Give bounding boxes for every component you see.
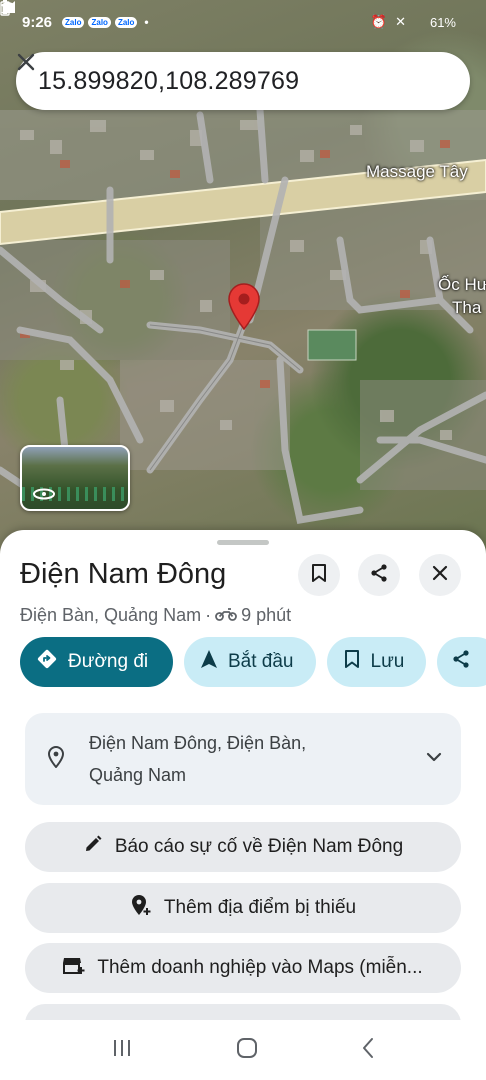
report-issue-label: Báo cáo sự cố về Điện Nam Đông	[114, 836, 404, 857]
drag-handle[interactable]	[217, 540, 269, 545]
status-time: 9:26	[22, 13, 53, 31]
address-card[interactable]: Điện Nam Đông, Điện Bàn, Quảng Nam	[25, 713, 461, 805]
battery-text: 61%	[429, 14, 456, 30]
save-button[interactable]: Lưu	[326, 637, 427, 687]
bookmark-button[interactable]	[298, 554, 340, 596]
add-business-button[interactable]: Thêm doanh nghiệp vào Maps (miễn...	[25, 943, 461, 993]
back-button[interactable]	[361, 1037, 375, 1064]
status-right: ⏰ ✕ 61%	[0, 0, 464, 30]
navigation-arrow-icon	[200, 649, 218, 675]
motorbike-icon	[215, 605, 238, 626]
place-location: Điện Bàn, Quảng Nam	[20, 605, 202, 625]
chevron-down-icon[interactable]	[425, 750, 443, 768]
zalo-badge: Zalo	[88, 16, 111, 28]
add-missing-place-label: Thêm địa điểm bị thiếu	[163, 897, 357, 918]
add-missing-place-button[interactable]: Thêm địa điểm bị thiếu	[25, 883, 461, 933]
directions-label: Đường đi	[68, 651, 149, 672]
share-icon	[369, 563, 389, 588]
search-bar[interactable]: 15.899820,108.289769	[16, 52, 470, 110]
directions-icon	[36, 648, 58, 676]
street-view-thumbnail[interactable]	[20, 445, 130, 511]
alarm-icon: ⏰	[370, 14, 388, 29]
map-view[interactable]: 9:26 Zalo Zalo Zalo • ⏰ ✕ 61% 15.899820,…	[0, 0, 486, 560]
rotate-360-icon	[32, 487, 56, 501]
share-button[interactable]	[358, 554, 400, 596]
travel-time: 9 phút	[241, 605, 292, 625]
recent-apps-button[interactable]	[111, 1038, 133, 1063]
pencil-icon	[83, 834, 103, 860]
close-icon[interactable]	[17, 53, 448, 95]
address-text: Điện Nam Đông, Điện Bàn, Quảng Nam	[89, 733, 307, 785]
more-options-button[interactable]	[25, 1004, 461, 1020]
map-label-tha[interactable]: Tha	[452, 298, 481, 318]
share-icon	[451, 649, 471, 675]
dot-icon: •	[144, 15, 149, 29]
location-pin-icon	[47, 745, 65, 773]
location-pin-icon[interactable]	[226, 282, 262, 330]
home-button[interactable]	[236, 1037, 258, 1064]
zalo-badge: Zalo	[62, 16, 85, 28]
bookmark-icon	[310, 563, 328, 588]
action-chips: Đường đi Bắt đầu Lưu	[20, 637, 486, 687]
directions-button[interactable]: Đường đi	[20, 637, 173, 687]
add-business-icon	[63, 955, 85, 981]
mute-icon: ✕	[395, 14, 406, 29]
add-location-icon	[130, 894, 152, 922]
search-input[interactable]: 15.899820,108.289769	[38, 67, 420, 96]
system-navigation-bar	[0, 1020, 486, 1080]
share-chip-button[interactable]	[437, 637, 486, 687]
close-icon	[432, 565, 448, 586]
map-label-oc[interactable]: Ốc Hư	[438, 275, 486, 295]
report-issue-button[interactable]: Báo cáo sự cố về Điện Nam Đông	[25, 822, 461, 872]
start-button[interactable]: Bắt đầu	[184, 637, 316, 687]
subtitle-separator: ·	[205, 605, 212, 625]
close-sheet-button[interactable]	[419, 554, 461, 596]
start-label: Bắt đầu	[228, 651, 294, 672]
place-title: Điện Nam Đông	[20, 558, 227, 590]
bookmark-icon	[343, 649, 361, 675]
status-app-icons: Zalo Zalo Zalo •	[62, 14, 152, 30]
place-subtitle: Điện Bàn, Quảng Nam · 9 phút	[20, 605, 291, 626]
zalo-badge: Zalo	[114, 16, 138, 28]
add-business-label: Thêm doanh nghiệp vào Maps (miễn...	[97, 957, 423, 978]
status-bar: 9:26 Zalo Zalo Zalo • ⏰ ✕ 61%	[0, 0, 486, 44]
place-bottom-sheet[interactable]: Điện Nam Đông Điện Bàn, Quảng Nam · 9 ph…	[0, 530, 486, 1020]
save-label: Lưu	[370, 651, 405, 672]
map-label-massage[interactable]: Massage Tây	[366, 162, 468, 182]
